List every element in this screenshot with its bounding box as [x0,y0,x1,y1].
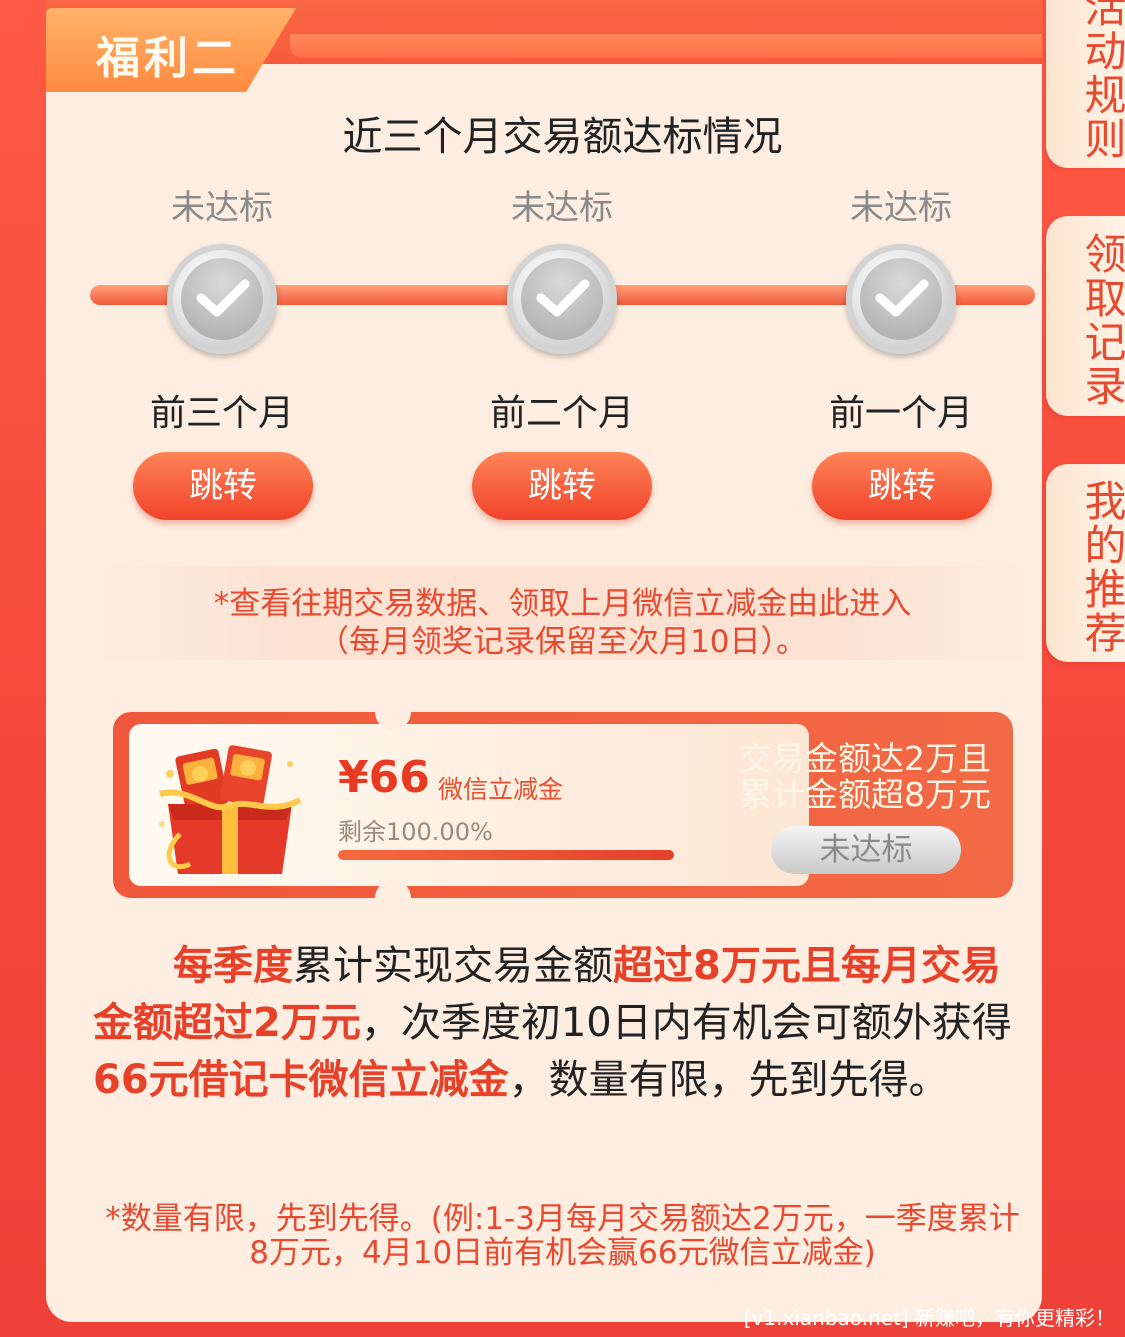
side-tab-records-label: 领取记录 [1078,232,1125,408]
check-badge-icon [167,244,277,354]
check-badge-icon [846,244,956,354]
header-ribbon [290,34,1042,58]
coupon-notch [375,880,411,916]
footnote-line-1: *数量有限，先到先得。(例:1-3月每月交易额达2万元，一季度累计 [105,1201,1020,1237]
coupon-remain: 剩余100.00% [338,818,493,846]
desc-text: ，次季度初10日内有机会可额外获得 [360,1000,1012,1046]
desc-text: ，数量有限，先到先得。 [508,1057,949,1103]
watermark: [v1.xianbao.net] 新赚吧，有你更精彩！ [743,1306,1115,1330]
section-title: 近三个月交易额达标情况 [342,114,783,160]
desc-highlight-quarter: 每季度 [173,943,293,989]
benefit-tag-label: 福利二 [96,33,240,84]
coupon-amount: ¥66 [338,752,430,803]
coupon-status-button[interactable]: 未达标 [771,826,961,874]
month-2-label: 前二个月 [489,393,634,434]
footnote-line-2: 8万元，4月10日前有机会赢66元微信立减金) [249,1235,876,1271]
month-3-label: 前三个月 [149,393,294,434]
desc-text: 累计实现交易金额 [293,943,613,989]
check-badge-icon [507,244,617,354]
side-tab-rules[interactable]: 活动规则 [1046,0,1125,168]
side-tab-referrals[interactable]: 我的推荐 [1046,464,1125,662]
month-2-status: 未达标 [511,188,613,228]
coupon-condition-line-2: 累计金额超8万元 [739,775,991,814]
side-tab-referrals-label: 我的推荐 [1078,479,1125,655]
gift-box-icon [159,745,302,874]
month-1-jump-button[interactable]: 跳转 [812,452,992,520]
coupon-notch [375,694,411,730]
desc-highlight-reward: 66元借记卡微信立减金 [93,1057,509,1103]
notice-line-2: （每月领奖记录保留至次月10日）。 [318,624,807,660]
benefit-description: 每季度累计实现交易金额超过8万元且每月交易金额超过2万元，次季度初10日内有机会… [93,938,1033,1109]
side-tab-records[interactable]: 领取记录 [1046,216,1125,416]
month-2-jump-button[interactable]: 跳转 [472,452,652,520]
coupon-condition-line-1: 交易金额达2万且 [739,739,991,778]
coupon-remain-bar [338,850,674,860]
coupon-amount-desc: 微信立减金 [438,775,564,804]
side-tab-rules-label: 活动规则 [1078,0,1125,161]
month-3-status: 未达标 [171,188,273,228]
month-1-status: 未达标 [850,188,952,228]
month-1-label: 前一个月 [828,393,973,434]
month-3-jump-button[interactable]: 跳转 [133,452,313,520]
